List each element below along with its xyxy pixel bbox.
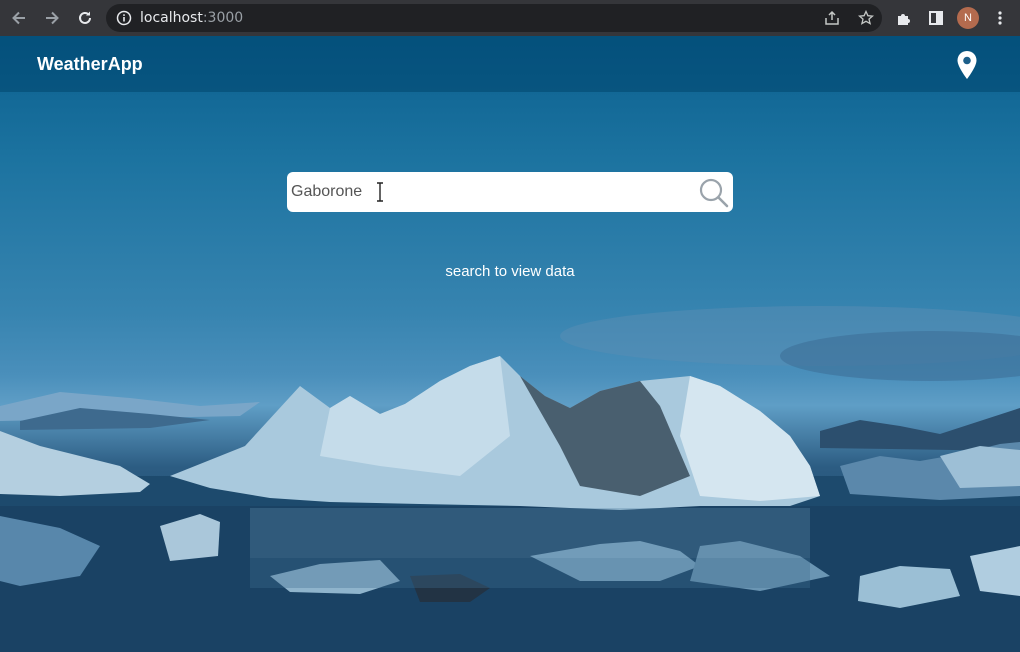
- share-button[interactable]: [822, 8, 842, 28]
- menu-button[interactable]: [984, 2, 1016, 34]
- profile-button[interactable]: N: [952, 2, 984, 34]
- forward-icon: [46, 11, 59, 25]
- reload-icon: [79, 11, 91, 24]
- reload-button[interactable]: [70, 3, 100, 33]
- app-brand[interactable]: WeatherApp: [37, 54, 143, 75]
- extensions-button[interactable]: [888, 2, 920, 34]
- background-image: [0, 36, 1020, 652]
- forward-button[interactable]: [37, 3, 67, 33]
- avatar: N: [957, 7, 979, 29]
- star-icon: [858, 10, 874, 25]
- text-cursor-icon: [377, 182, 383, 202]
- menu-icon: [998, 11, 1002, 25]
- iceberg-scene: [0, 306, 1020, 652]
- back-button[interactable]: [4, 3, 34, 33]
- share-icon: [825, 10, 839, 25]
- bookmark-button[interactable]: [856, 8, 876, 28]
- address-bar[interactable]: localhost:3000: [106, 4, 882, 32]
- side-panel-button[interactable]: [920, 2, 952, 34]
- back-icon: [12, 11, 25, 25]
- info-icon[interactable]: [116, 10, 132, 26]
- sidepanel-icon: [929, 11, 943, 25]
- app-header: WeatherApp: [0, 36, 1020, 92]
- search-input[interactable]: [287, 172, 687, 212]
- search-bar[interactable]: [287, 172, 733, 212]
- browser-toolbar: localhost:3000 N: [0, 0, 1020, 36]
- map-pin-icon[interactable]: [955, 50, 979, 80]
- url-text[interactable]: localhost:3000: [140, 10, 243, 26]
- search-icon[interactable]: [698, 177, 730, 209]
- empty-state-text: search to view data: [445, 263, 575, 280]
- extensions-icon: [898, 14, 910, 25]
